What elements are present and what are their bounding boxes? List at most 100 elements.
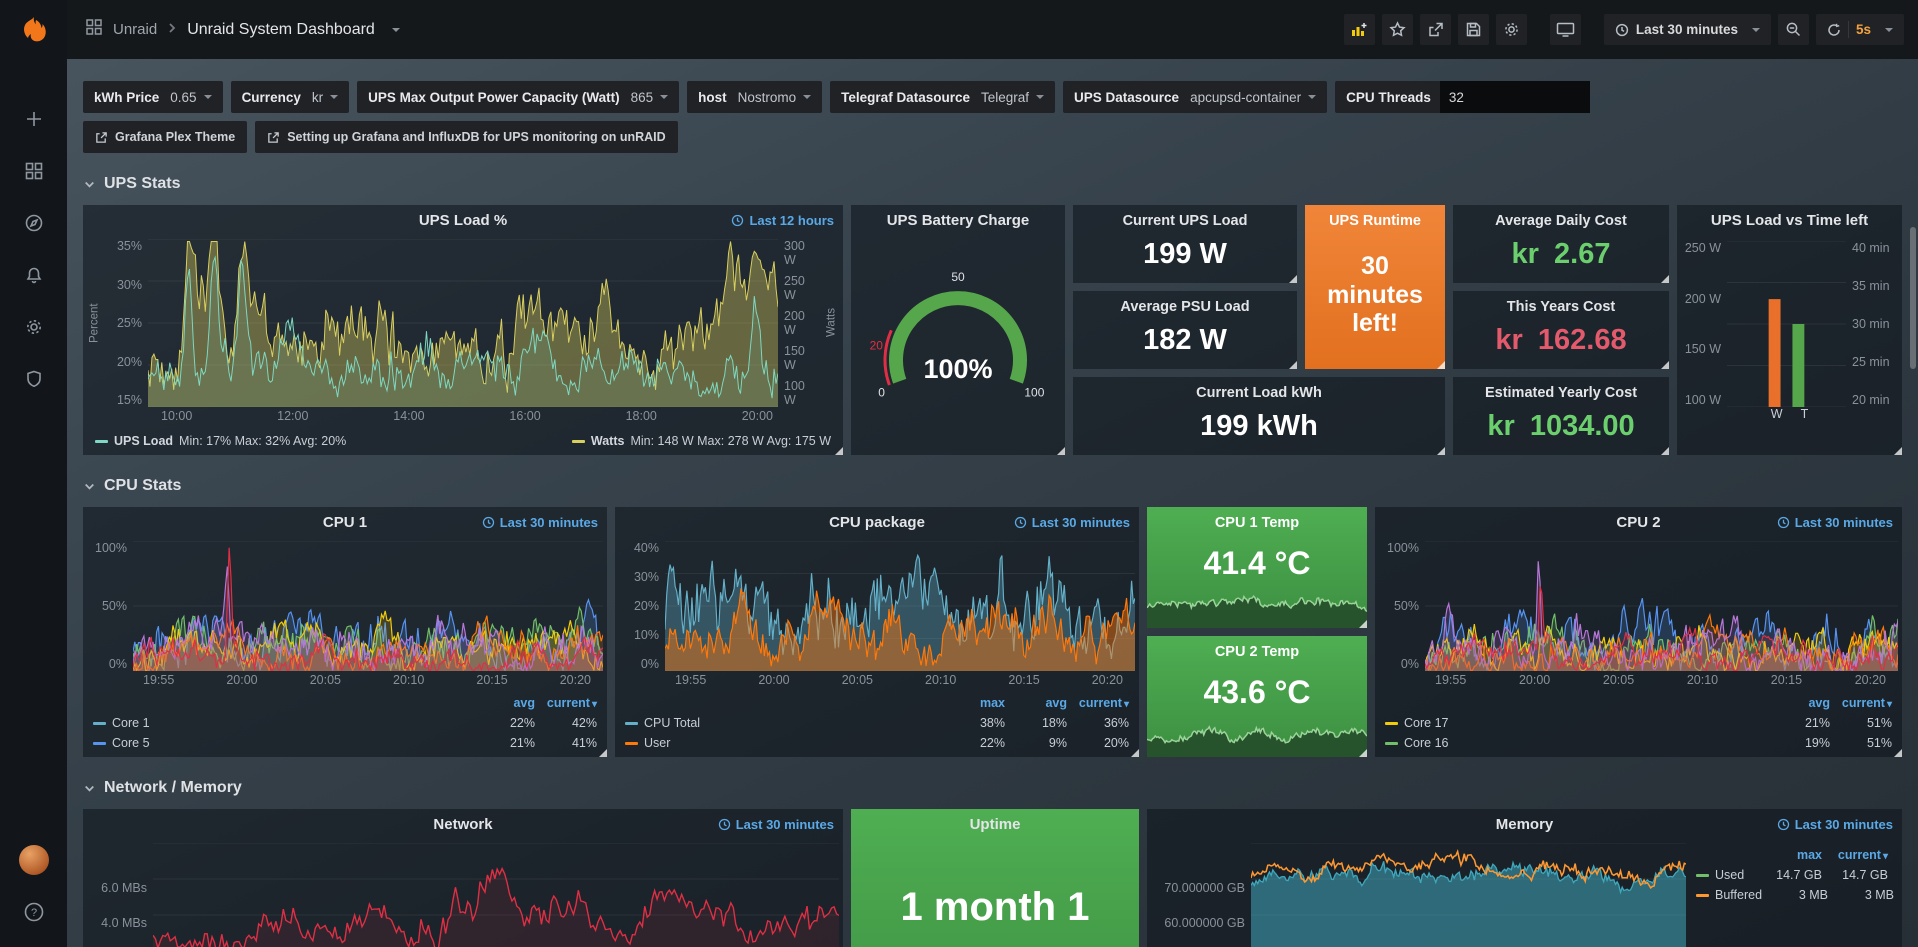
panel-resize-handle[interactable] xyxy=(1437,361,1445,369)
legend-column[interactable]: current xyxy=(1830,696,1892,710)
legend-column[interactable]: avg xyxy=(1768,696,1830,710)
panel-title[interactable]: CPU package xyxy=(829,514,925,531)
panel-time-range[interactable]: Last 12 hours xyxy=(731,213,834,228)
add-panel-button[interactable] xyxy=(1344,14,1375,45)
panel-resize-handle[interactable] xyxy=(1661,447,1669,455)
cpu1-chart[interactable] xyxy=(133,541,603,671)
network-chart[interactable] xyxy=(153,843,839,947)
panel-resize-handle[interactable] xyxy=(1359,749,1367,757)
stat-title[interactable]: Estimated Yearly Cost xyxy=(1453,385,1669,401)
panel-title[interactable]: UPS Load vs Time left xyxy=(1711,212,1868,229)
variable-value[interactable]: Telegraf xyxy=(979,81,1055,113)
legend-series[interactable]: CPU Total xyxy=(625,716,943,730)
memory-chart[interactable] xyxy=(1251,843,1686,947)
legend-column[interactable]: avg xyxy=(1005,696,1067,710)
zoom-out-button[interactable] xyxy=(1778,14,1809,45)
tv-mode-button[interactable] xyxy=(1550,14,1581,45)
panel-resize-handle[interactable] xyxy=(1289,275,1297,283)
panel-resize-handle[interactable] xyxy=(1289,361,1297,369)
legend-column[interactable]: current xyxy=(1822,848,1888,862)
panel-title[interactable]: UPS Load % xyxy=(419,212,507,229)
legend-series[interactable]: Core 5 xyxy=(93,736,473,750)
grafana-logo[interactable] xyxy=(0,0,67,62)
variable-value[interactable]: apcupsd-container xyxy=(1188,81,1327,113)
stat-title[interactable]: Average Daily Cost xyxy=(1453,213,1669,229)
panel-resize-handle[interactable] xyxy=(1057,447,1065,455)
variable-value[interactable]: Nostromo xyxy=(736,81,823,113)
panel-title[interactable]: Uptime xyxy=(970,816,1021,833)
panel-title[interactable]: Memory xyxy=(1496,816,1554,833)
legend-column[interactable]: current xyxy=(535,696,597,710)
panel-title[interactable]: CPU 2 xyxy=(1616,514,1660,531)
legend-series[interactable]: Core 1 xyxy=(93,716,473,730)
legend-series[interactable]: User xyxy=(625,736,943,750)
legend-series[interactable]: WattsMin: 148 W Max: 278 W Avg: 175 W xyxy=(572,434,831,448)
panel-time-range[interactable]: Last 30 minutes xyxy=(482,515,598,530)
panel-title[interactable]: UPS Battery Charge xyxy=(887,212,1030,229)
panel-resize-handle[interactable] xyxy=(1359,620,1367,628)
panel-title[interactable]: CPU 1 xyxy=(323,514,367,531)
panel-resize-handle[interactable] xyxy=(1661,361,1669,369)
section-header-network-memory[interactable]: Network / Memory xyxy=(83,779,1902,797)
legend-series[interactable]: Core 17 xyxy=(1385,716,1768,730)
stat-title[interactable]: CPU 1 Temp xyxy=(1147,515,1367,531)
explore-compass-icon[interactable] xyxy=(21,210,47,236)
stat-title[interactable]: UPS Runtime xyxy=(1305,213,1445,229)
cpu2-chart[interactable] xyxy=(1425,541,1898,671)
save-button[interactable] xyxy=(1458,14,1489,45)
alerting-bell-icon[interactable] xyxy=(21,262,47,288)
panel-resize-handle[interactable] xyxy=(599,749,607,757)
page-title[interactable]: Unraid System Dashboard xyxy=(187,21,375,39)
panel-time-range[interactable]: Last 30 minutes xyxy=(1014,515,1130,530)
panel-title[interactable]: Network xyxy=(433,816,492,833)
panel-resize-handle[interactable] xyxy=(835,447,843,455)
chevron-down-icon[interactable] xyxy=(392,28,400,32)
variable-value[interactable]: kr xyxy=(310,81,349,113)
legend-series[interactable]: UPS LoadMin: 17% Max: 32% Avg: 20% xyxy=(95,434,346,448)
variable-value[interactable]: 0.65 xyxy=(168,81,222,113)
user-avatar[interactable] xyxy=(19,845,49,875)
stat-title[interactable]: Current Load kWh xyxy=(1073,385,1445,401)
ups-load-chart[interactable] xyxy=(148,239,778,407)
legend-column[interactable]: avg xyxy=(473,696,535,710)
legend-column[interactable]: max xyxy=(943,696,1005,710)
dashboards-icon[interactable] xyxy=(21,158,47,184)
load-vs-time-chart[interactable] xyxy=(1727,241,1846,407)
configuration-gear-icon[interactable] xyxy=(21,314,47,340)
create-plus-icon[interactable] xyxy=(21,106,47,132)
variable-input[interactable] xyxy=(1440,81,1590,113)
share-button[interactable] xyxy=(1420,14,1451,45)
panel-resize-handle[interactable] xyxy=(1661,275,1669,283)
cpu-package-chart[interactable] xyxy=(665,541,1135,671)
legend-series[interactable]: Used xyxy=(1696,868,1756,882)
star-button[interactable] xyxy=(1382,14,1413,45)
panel-time-range[interactable]: Last 30 minutes xyxy=(1777,515,1893,530)
breadcrumb-folder[interactable]: Unraid xyxy=(113,21,157,38)
battery-gauge[interactable]: 05010020 100% xyxy=(851,235,1065,455)
section-header-ups-stats[interactable]: UPS Stats xyxy=(83,175,1902,193)
panel-resize-handle[interactable] xyxy=(1894,447,1902,455)
section-header-cpu-stats[interactable]: CPU Stats xyxy=(83,477,1902,495)
panel-resize-handle[interactable] xyxy=(1131,749,1139,757)
scrollbar-thumb[interactable] xyxy=(1910,227,1916,369)
legend-series[interactable]: Core 16 xyxy=(1385,736,1768,750)
legend-column[interactable]: max xyxy=(1756,848,1822,862)
panel-resize-handle[interactable] xyxy=(1894,749,1902,757)
stat-title[interactable]: Average PSU Load xyxy=(1073,299,1297,315)
server-admin-shield-icon[interactable] xyxy=(21,366,47,392)
legend-series[interactable]: Buffered xyxy=(1696,888,1762,902)
panel-time-range[interactable]: Last 30 minutes xyxy=(718,817,834,832)
stat-title[interactable]: CPU 2 Temp xyxy=(1147,644,1367,660)
panel-resize-handle[interactable] xyxy=(1437,447,1445,455)
dashboard-link[interactable]: Setting up Grafana and InfluxDB for UPS … xyxy=(255,121,677,153)
refresh-picker[interactable]: 5s xyxy=(1816,14,1904,45)
stat-title[interactable]: This Years Cost xyxy=(1453,299,1669,315)
stat-title[interactable]: Current UPS Load xyxy=(1073,213,1297,229)
dashboard-settings-button[interactable] xyxy=(1496,14,1527,45)
help-icon[interactable]: ? xyxy=(21,899,47,925)
variable-value[interactable]: 865 xyxy=(629,81,680,113)
legend-column[interactable]: current xyxy=(1067,696,1129,710)
time-range-picker[interactable]: Last 30 minutes xyxy=(1604,14,1771,45)
dashboard-link[interactable]: Grafana Plex Theme xyxy=(83,121,247,153)
panel-time-range[interactable]: Last 30 minutes xyxy=(1777,817,1893,832)
